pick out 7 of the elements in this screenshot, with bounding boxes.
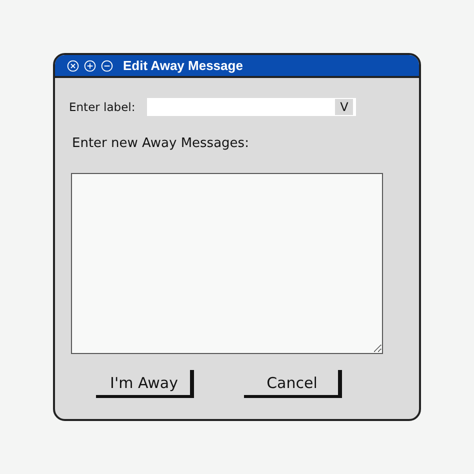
dialog-button[interactable]: Cancel — [244, 370, 342, 398]
field-label: Enter label: — [69, 100, 136, 114]
window-title: Edit Away Message — [123, 58, 243, 73]
dropdown-button[interactable]: V — [335, 99, 354, 115]
label-dropdown[interactable]: V — [147, 98, 356, 116]
dialog-button[interactable]: I'm Away — [96, 370, 194, 398]
message-label: Enter new Away Messages: — [72, 136, 250, 151]
